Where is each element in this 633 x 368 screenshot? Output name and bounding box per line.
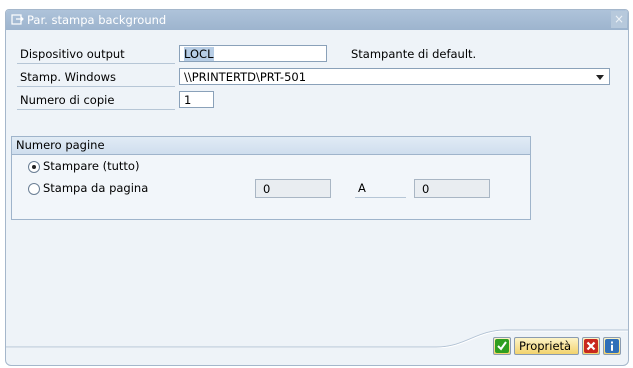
print-from-label: Stampa da pagina [43, 181, 149, 195]
chevron-down-icon[interactable] [596, 75, 604, 80]
info-icon [605, 339, 619, 353]
properties-button-label: Proprietà [519, 339, 572, 353]
info-button[interactable] [603, 337, 621, 355]
from-page-field[interactable]: 0 [255, 179, 331, 198]
pages-group: Numero pagine Stampare (tutto) Stampa da… [11, 136, 531, 220]
copies-input[interactable]: 1 [179, 91, 214, 108]
windows-printer-select[interactable]: \\PRINTERTD\PRT-501 [179, 68, 610, 85]
cancel-button[interactable] [582, 337, 600, 355]
title-bar: Par. stampa background × [6, 10, 628, 30]
cancel-x-icon [584, 339, 598, 353]
default-printer-note: Stampante di default. [351, 47, 477, 61]
properties-button[interactable]: Proprietà [514, 337, 579, 355]
copies-label: Numero di copie [17, 91, 175, 110]
window-title: Par. stampa background [27, 13, 167, 27]
print-params-dialog: Par. stampa background × Dispositivo out… [5, 9, 629, 366]
pages-group-title: Numero pagine [12, 137, 530, 155]
print-from-radio[interactable] [28, 183, 40, 195]
output-device-value: LOCL [184, 47, 214, 61]
print-all-label: Stampare (tutto) [43, 159, 140, 173]
close-button[interactable]: × [611, 11, 627, 28]
print-all-radio[interactable] [28, 161, 40, 173]
checkmark-icon [495, 339, 509, 353]
to-page-field[interactable]: 0 [414, 179, 490, 198]
print-dialog-icon [11, 14, 24, 25]
confirm-button[interactable] [493, 337, 511, 355]
output-device-label: Dispositivo output [17, 45, 175, 64]
windows-printer-label: Stamp. Windows [17, 68, 175, 87]
output-device-input[interactable]: LOCL [179, 45, 327, 62]
to-page-label: A [355, 179, 406, 198]
windows-printer-value: \\PRINTERTD\PRT-501 [184, 70, 307, 84]
